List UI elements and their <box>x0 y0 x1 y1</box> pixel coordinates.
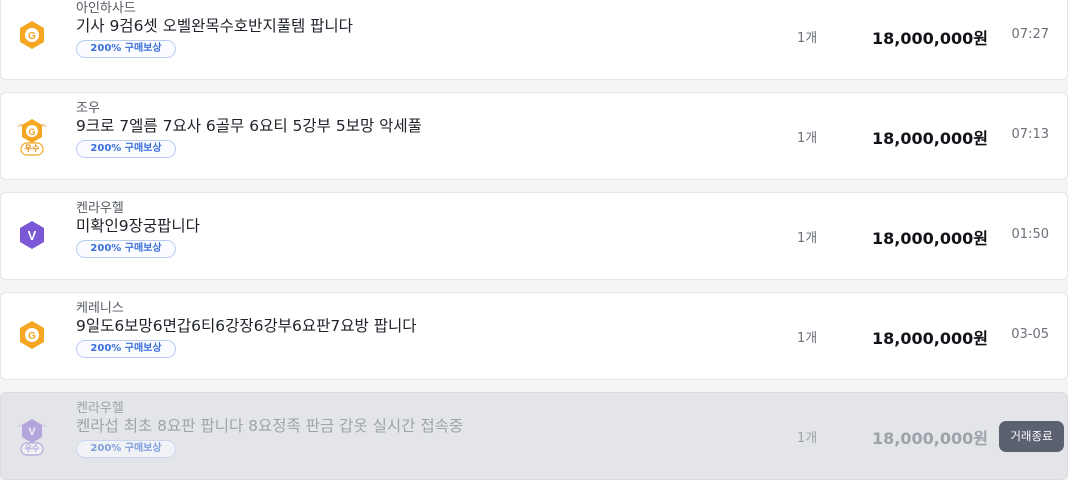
grade-label: 우수 <box>24 444 40 453</box>
listing-title[interactable]: 9크로 7엘름 7요사 6골무 6요티 5강부 5보망 악세풀 <box>76 114 422 136</box>
listing-time: 07:13 <box>1011 127 1049 142</box>
listing-title[interactable]: 기사 9검6셋 오벨완목수호반지풀템 팝니다 <box>76 14 353 36</box>
listing-time: 01:50 <box>1011 227 1049 242</box>
listing-title[interactable]: 미확인9장궁팝니다 <box>76 214 200 236</box>
price: 18,000,000원 <box>872 429 988 448</box>
quantity: 1개 <box>797 231 818 246</box>
purchase-reward-badge: 200% 구매보상 <box>76 40 176 58</box>
listing-row[interactable]: V 켄라우헬 미확인9장궁팝니다 200% 구매보상 1개 18,000,000… <box>0 192 1068 280</box>
price: 18,000,000원 <box>872 129 988 148</box>
listing-row[interactable]: G 케레니스 9일도6보망6면갑6티6강장6강부6요판7요방 팝니다 200% … <box>0 292 1068 380</box>
listing-row[interactable]: G 우수 조우 9크로 7엘름 7요사 6골무 6요티 5강부 5보망 악세풀 … <box>0 92 1068 180</box>
seller-grade-purple-excellent-icon: V 우수 <box>15 415 49 456</box>
svg-text:V: V <box>28 228 37 243</box>
listing-title[interactable]: 켄라섭 최초 8요판 팝니다 8요정족 판금 갑옷 실시간 접속중 <box>76 414 463 436</box>
quantity: 1개 <box>797 31 818 46</box>
listing-title[interactable]: 9일도6보망6면갑6티6강장6강부6요판7요방 팝니다 <box>76 314 417 336</box>
seller-grade-gold-icon: G <box>15 17 49 57</box>
quantity: 1개 <box>797 131 818 146</box>
listing-time: 07:27 <box>1011 27 1049 42</box>
listing-row[interactable]: G 아인하사드 기사 9검6셋 오벨완목수호반지풀템 팝니다 200% 구매보상… <box>0 0 1068 80</box>
seller-grade-gold-icon: G <box>15 317 49 357</box>
grade-label: 우수 <box>24 144 40 153</box>
seller-grade-purple-icon: V <box>15 217 49 257</box>
svg-text:V: V <box>28 426 36 438</box>
listing-time: 03-05 <box>1011 327 1049 342</box>
purchase-reward-badge: 200% 구매보상 <box>76 440 176 458</box>
purchase-reward-badge: 200% 구매보상 <box>76 340 176 358</box>
svg-text:G: G <box>28 127 35 137</box>
purchase-reward-badge: 200% 구매보상 <box>76 240 176 258</box>
svg-text:G: G <box>28 331 36 342</box>
quantity: 1개 <box>797 331 818 346</box>
trade-closed-button[interactable]: 거래종료 <box>999 421 1064 452</box>
seller-grade-gold-excellent-icon: G 우수 <box>15 115 49 156</box>
price: 18,000,000원 <box>872 229 988 248</box>
price: 18,000,000원 <box>872 29 988 48</box>
price: 18,000,000원 <box>872 329 988 348</box>
purchase-reward-badge: 200% 구매보상 <box>76 140 176 158</box>
svg-text:G: G <box>28 31 36 42</box>
listing-row-closed[interactable]: V 우수 켄라우헬 켄라섭 최초 8요판 팝니다 8요정족 판금 갑옷 실시간 … <box>0 392 1068 480</box>
quantity: 1개 <box>797 431 818 446</box>
